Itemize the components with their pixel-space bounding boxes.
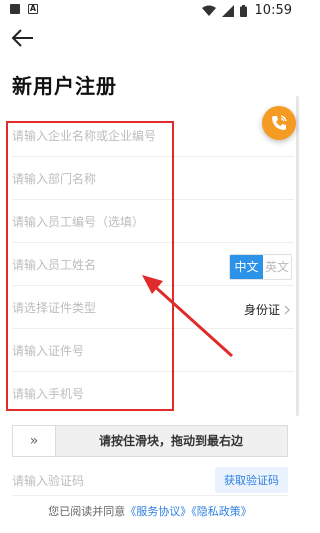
- chevron-right-icon: [284, 305, 290, 314]
- notification-icons: A: [10, 4, 38, 14]
- id-number-placeholder: 请输入证件号: [12, 343, 85, 358]
- clock: 10:59: [254, 3, 292, 18]
- employee-name-placeholder: 请输入员工姓名: [12, 257, 97, 272]
- battery-icon: [239, 4, 247, 17]
- double-chevron-right-icon: »: [29, 433, 39, 449]
- department-field[interactable]: 请输入部门名称: [12, 157, 294, 200]
- notification-icon: [10, 4, 20, 14]
- company-field[interactable]: 请输入企业名称或企业编号: [12, 114, 294, 157]
- app-notification-icon: A: [28, 4, 38, 14]
- system-indicators: 10:59: [201, 3, 292, 18]
- scrollbar[interactable]: [296, 96, 299, 416]
- lang-chinese-option[interactable]: 中文: [230, 255, 263, 279]
- company-placeholder: 请输入企业名称或企业编号: [12, 128, 157, 143]
- service-agreement-link[interactable]: 《服务协议》: [125, 505, 191, 518]
- verification-code-field[interactable]: 请输入验证码 获取验证码: [12, 465, 288, 496]
- language-toggle[interactable]: 中文 英文: [229, 254, 292, 280]
- employee-number-placeholder: 请输入员工编号（选填）: [12, 214, 145, 229]
- phone-placeholder: 请输入手机号: [12, 386, 85, 401]
- id-type-value: 身份证: [243, 303, 280, 317]
- id-number-field[interactable]: 请输入证件号: [12, 329, 294, 372]
- phone-field[interactable]: 请输入手机号: [12, 372, 294, 414]
- signal-icon: [221, 4, 234, 17]
- slider-label: 请按住滑块，拖动到最右边: [98, 434, 243, 448]
- status-bar: A 10:59: [0, 0, 300, 22]
- privacy-policy-link[interactable]: 《隐私政策》: [191, 505, 252, 518]
- agreement-prefix: 您已阅读并同意: [48, 505, 126, 518]
- id-type-selector[interactable]: 身份证: [244, 301, 290, 318]
- get-code-button[interactable]: 获取验证码: [215, 467, 288, 493]
- slider-captcha[interactable]: » 请按住滑块，拖动到最右边: [12, 425, 288, 457]
- verification-placeholder: 请输入验证码: [12, 473, 85, 488]
- lang-english-option[interactable]: 英文: [263, 255, 291, 279]
- employee-number-field[interactable]: 请输入员工编号（选填）: [12, 200, 294, 243]
- slider-handle[interactable]: »: [13, 426, 56, 456]
- department-placeholder: 请输入部门名称: [12, 171, 97, 186]
- id-type-placeholder: 请选择证件类型: [12, 300, 97, 315]
- page-title: 新用户注册: [12, 74, 117, 98]
- agreement-text: 您已阅读并同意《服务协议》《隐私政策》: [0, 503, 300, 519]
- back-button[interactable]: [10, 26, 36, 50]
- back-arrow-icon: [11, 29, 33, 47]
- wifi-icon: [201, 5, 216, 16]
